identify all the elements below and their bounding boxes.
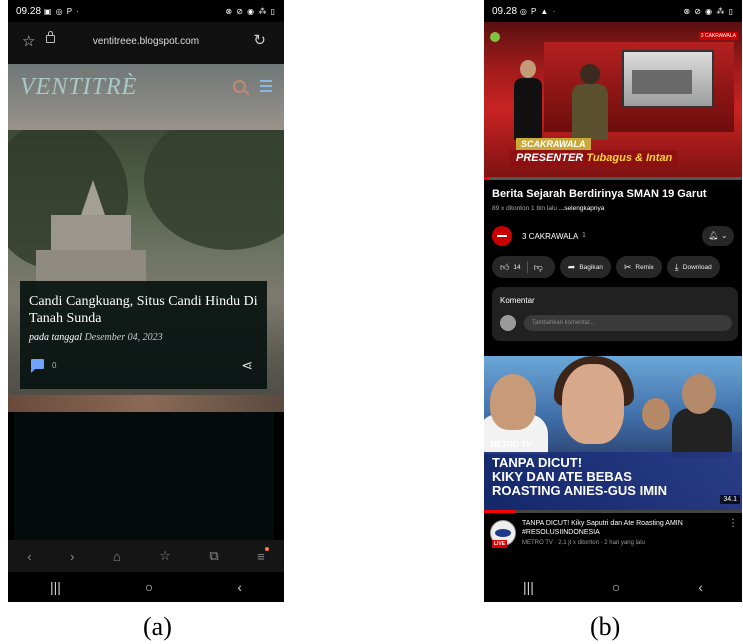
thumbnail-headline: TANPA DICUT! KIKY DAN ATE BEBAS ROASTING… [492,455,668,498]
share-arrow-icon: ➦ [567,261,576,272]
video-duration: 34.1 [720,495,740,504]
forward-icon[interactable]: › [70,549,74,564]
video-subtitle[interactable]: 89 x ditonton 1 bln lalu ...selengkapnya [492,205,604,212]
thumb-figure [672,408,732,458]
download-button[interactable]: ⤓ Download [666,256,720,278]
metrotv-logo: METRO TV [490,440,532,449]
remix-icon: ✂ [623,261,632,272]
status-bar: 09.28 ◎ P ▲ · ⊗ ⊘ ◉ ⁂ ▯ [484,0,742,22]
status-bar: 09.28 ▣ ◎ P · ⊗ ⊘ ◉ ⁂ ▯ [8,0,284,22]
back-button-icon[interactable]: ‹ [237,579,242,595]
lower-third-presenter: PRESENTER Tubagus & Intan [510,150,679,166]
share-icon[interactable]: ⋖ [241,357,253,374]
hero-ground [8,395,284,412]
lower-third-role: PRESENTER [516,152,584,164]
download-icon: ⤓ [674,261,679,272]
status-icons-left: ◎ P ▲ · [519,6,557,16]
subscribe-bell-button[interactable]: 🔔︎ ⌄ [702,226,734,246]
comment-count: 0 [52,361,57,370]
bookmarks-icon[interactable]: ☆ [159,548,171,564]
reload-icon[interactable]: ↻ [253,31,266,49]
lower-third-label: SCAKRAWALA [516,138,591,150]
home-button-icon[interactable]: ○ [145,579,153,595]
video-stats: 89 x ditonton 1 bln lalu [492,205,558,212]
browser-menu-icon[interactable]: ≡ [257,546,269,564]
next-post-card[interactable] [14,412,274,540]
back-button-icon[interactable]: ‹ [698,579,703,595]
caption-a: (a) [143,612,172,641]
comments-heading: Komentar [500,296,535,305]
phone-screenshot-b: 09.28 ◎ P ▲ · ⊗ ⊘ ◉ ⁂ ▯ 3 CAKRAWALA SCAK… [484,0,742,602]
thumb-figure [490,374,536,430]
home-button-icon[interactable]: ○ [612,579,620,595]
like-dislike-button[interactable]: 👍︎ 14 👎︎ [492,256,555,278]
remix-button[interactable]: ✂ Remix [615,256,662,278]
share-button[interactable]: ➦ Bagikan [559,256,611,278]
next-video-title[interactable]: TANPA DICUT! Kiky Saputri dan Ate Roasti… [522,519,726,537]
more-link[interactable]: ...selengkapnya [559,205,605,212]
hero-foliage [144,130,284,250]
video-progress-bar[interactable] [484,177,742,180]
next-video-progress [484,510,742,513]
remix-label: Remix [635,263,654,271]
presenter-figure [514,60,542,140]
status-icons-right: ⊗ ⊘ ◉ ⁂ ▯ [225,6,276,16]
channel-avatar[interactable] [492,226,512,246]
next-video-item[interactable]: LIVE TANPA DICUT! Kiky Saputri dan Ate R… [484,516,742,564]
user-avatar [500,315,516,331]
channel-watermark: 3 CAKRAWALA [698,32,738,40]
post-title[interactable]: Candi Cangkuang, Situs Candi Hindu Di Ta… [29,293,258,327]
home-icon[interactable]: ⌂ [113,549,121,564]
url-host[interactable]: ventitreee.blogspot.com [8,36,284,47]
status-icons-left: ▣ ◎ P · [43,6,80,16]
post-date: Desember 04, 2023 [84,332,163,343]
system-nav-bar: ||| ○ ‹ [484,572,742,602]
browser-toolbar: ‹ › ⌂ ☆ ⧉ ≡ [8,540,284,572]
blog-brand[interactable]: VENTITRÈ [20,74,137,101]
thumb-figure [682,374,716,414]
next-video-meta: METRO TV · 2,1 jt x ditonton · 2 hari ya… [522,540,645,546]
download-label: Download [682,263,712,271]
post-meta: pada tanggal Desember 04, 2023 [29,332,163,343]
system-nav-bar: ||| ○ ‹ [8,572,284,602]
video-title[interactable]: Berita Sejarah Berdirinya SMAN 19 Garut [492,188,734,200]
like-count: 14 [513,263,521,271]
studio-screen [622,50,714,108]
channel-subscribers: 1 [582,232,586,239]
caption-b: (b) [590,612,621,641]
comment-input[interactable]: Tambahkan komentar... [524,315,732,331]
comments-panel[interactable]: Komentar Tambahkan komentar... [492,287,738,341]
post-hero-image: Candi Cangkuang, Situs Candi Hindu Di Ta… [8,130,284,412]
recent-apps-icon[interactable]: ||| [523,579,534,595]
more-options-icon[interactable]: ⋮ [728,518,738,529]
next-video-thumbnail[interactable]: METRO TV TANPA DICUT! KIKY DAN ATE BEBAS… [484,356,742,510]
dislike-icon[interactable]: 👎︎ [534,262,543,273]
back-icon[interactable]: ‹ [27,549,31,564]
recent-apps-icon[interactable]: ||| [50,579,61,595]
post-meta-prefix: pada tanggal [29,332,83,343]
channel-name[interactable]: 3 CAKRAWALA [522,232,578,241]
comment-icon[interactable] [31,359,44,373]
hamburger-menu-icon[interactable] [260,80,272,95]
channel-row: 3 CAKRAWALA 1 🔔︎ ⌄ [492,226,734,248]
channel-corner-icon [490,32,500,42]
action-row: 👍︎ 14 👎︎ ➦ Bagikan ✂ Remix ⤓ Download [492,256,742,278]
presenter-figure [572,64,608,140]
search-icon[interactable] [233,80,246,93]
thumb-figure [562,364,624,444]
status-time: 09.28 [16,5,42,17]
video-player[interactable]: 3 CAKRAWALA SCAKRAWALA PRESENTER Tubagus… [484,22,742,180]
status-icons-right: ⊗ ⊘ ◉ ⁂ ▯ [683,6,734,16]
browser-url-bar[interactable]: ☆ ventitreee.blogspot.com ↻ [8,22,284,64]
phone-screenshot-a: 09.28 ▣ ◎ P · ⊗ ⊘ ◉ ⁂ ▯ ☆ ventitreee.blo… [8,0,284,602]
blog-header: VENTITRÈ [8,64,284,130]
status-time: 09.28 [492,5,518,17]
lower-third-names: Tubagus & Intan [586,152,673,164]
share-label: Bagikan [579,263,603,271]
like-icon[interactable]: 👍︎ [500,262,509,273]
live-badge: LIVE [492,540,508,548]
post-card[interactable]: Candi Cangkuang, Situs Candi Hindu Di Ta… [20,281,267,389]
tabs-icon[interactable]: ⧉ [209,548,218,564]
thumb-figure [642,398,670,430]
